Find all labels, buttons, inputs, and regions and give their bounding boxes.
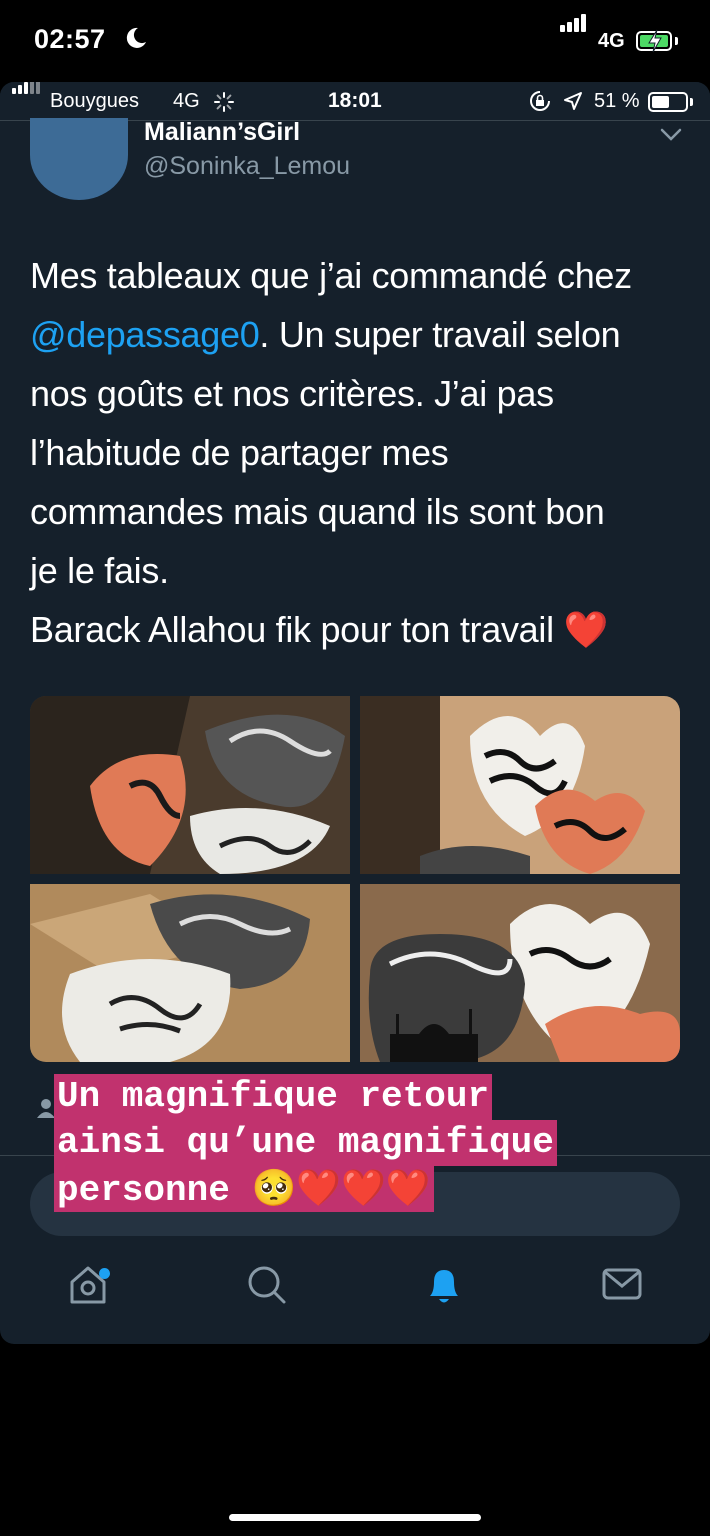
photo-heart-canvases[interactable] xyxy=(360,696,680,874)
location-icon xyxy=(564,92,582,110)
caption-emojis: 🥺❤️❤️❤️ xyxy=(251,1168,431,1209)
home-indicator[interactable] xyxy=(229,1514,481,1521)
bottom-tab-bar xyxy=(0,1262,710,1342)
os-network: 4G xyxy=(598,30,625,52)
os-status-bar: 02:57 4G xyxy=(0,0,710,82)
carrier-name: Bouygues xyxy=(50,90,139,112)
inner-status-bar: Bouygues 4G 18:01 51 % xyxy=(0,82,710,120)
battery-icon xyxy=(648,92,688,112)
tweet-line: commandes mais quand ils sont bon xyxy=(30,491,605,532)
person-icon xyxy=(37,1099,55,1118)
tweet-line: je le fais. xyxy=(30,550,169,591)
photo-box-canvases[interactable] xyxy=(30,884,350,1062)
avatar[interactable] xyxy=(30,118,128,200)
user-handle[interactable]: @Soninka_Lemou xyxy=(144,152,350,181)
new-content-dot xyxy=(99,1268,110,1279)
messages-icon[interactable] xyxy=(600,1262,644,1306)
mention-link[interactable]: @depassage0 xyxy=(30,314,260,355)
photo-mosque-canvas[interactable] xyxy=(360,884,680,1062)
tweet-line: Barack Allahou fik pour ton travail ❤️ xyxy=(30,609,609,650)
tweet-text: Mes tableaux que j’ai commandé chez @dep… xyxy=(30,246,690,659)
tweet-line: nos goûts et nos critères. J’ai pas xyxy=(30,373,554,414)
search-icon[interactable] xyxy=(244,1262,288,1306)
moon-icon xyxy=(126,27,146,48)
os-time: 02:57 xyxy=(34,24,106,54)
photo-wrapped-canvases[interactable] xyxy=(30,696,350,874)
activity-spinner-icon xyxy=(214,92,234,112)
inner-time: 18:01 xyxy=(328,89,382,112)
heart-emoji: ❤️ xyxy=(563,609,609,650)
battery-percent: 51 % xyxy=(594,90,640,112)
tweet-line: Mes tableaux que j’ai commandé chez xyxy=(30,255,632,296)
notifications-icon[interactable] xyxy=(422,1262,466,1306)
charging-icon xyxy=(648,29,662,53)
tweet-line: l’habitude de partager mes xyxy=(30,432,449,473)
inner-network: 4G xyxy=(173,90,200,112)
tweet-line: @depassage0. Un super travail selon xyxy=(30,314,621,355)
caption-line: personne 🥺❤️❤️❤️ xyxy=(54,1166,434,1212)
caption-line: ainsi qu’une magnifique xyxy=(54,1120,557,1166)
media-grid xyxy=(30,696,680,1062)
chevron-down-icon[interactable] xyxy=(660,128,682,142)
rotation-lock-icon xyxy=(530,91,550,111)
display-name[interactable]: Maliann’sGirl xyxy=(144,118,300,147)
caption-line: Un magnifique retour xyxy=(54,1074,493,1120)
